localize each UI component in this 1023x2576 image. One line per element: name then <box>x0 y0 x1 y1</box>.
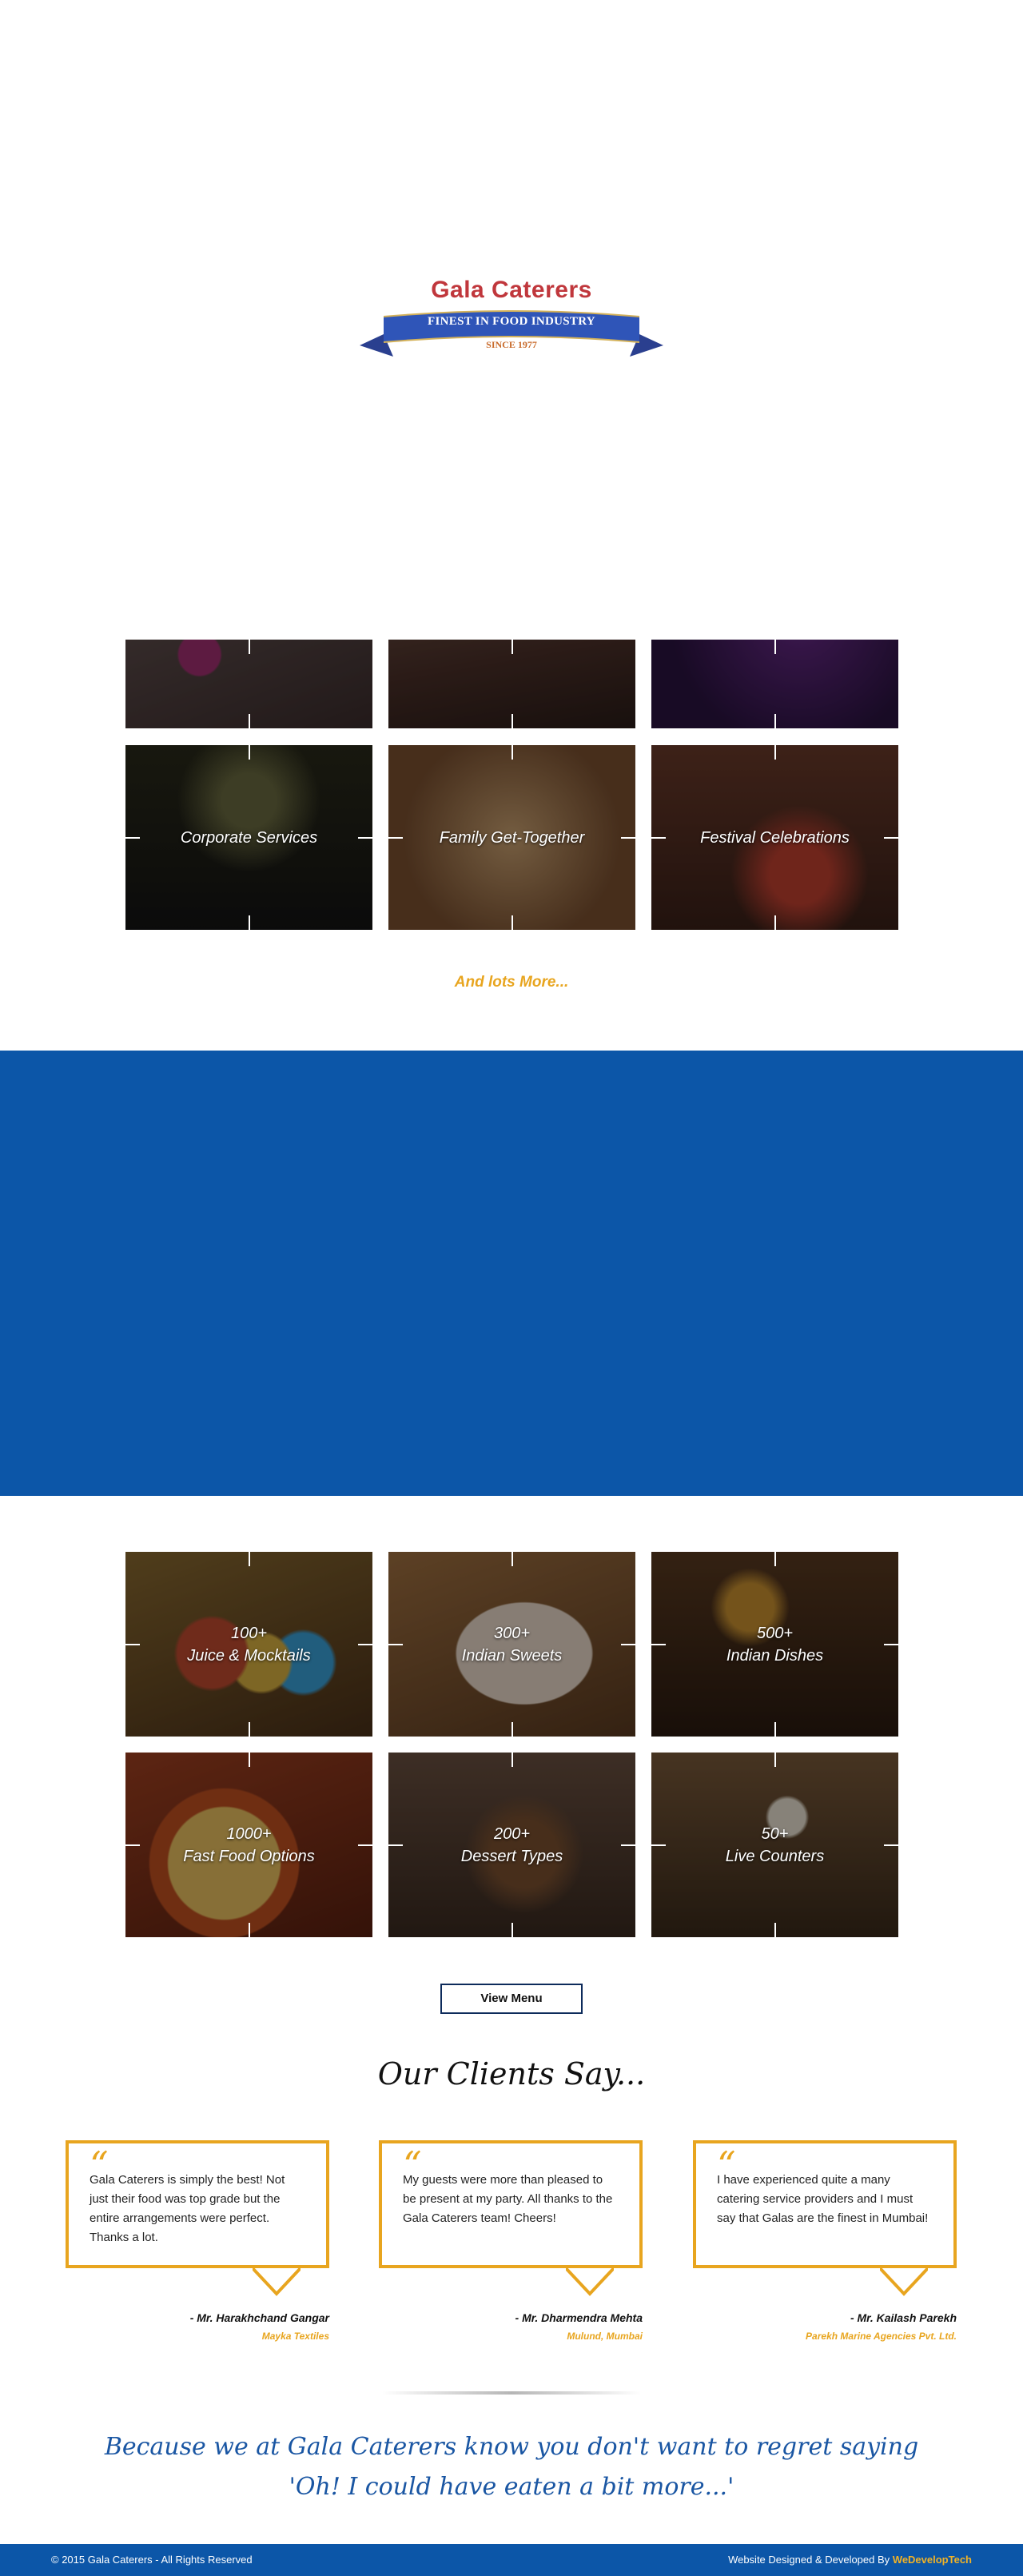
service-tile[interactable]: Parties <box>125 640 372 728</box>
footer-credit-prefix: Website Designed & Developed By <box>728 2554 893 2566</box>
tile-label: Family Get-Together <box>439 828 585 847</box>
tile-label: 100+ Juice & Mocktails <box>187 1624 311 1665</box>
testimonial-organization: Parekh Marine Agencies Pvt. Ltd. <box>806 2331 957 2342</box>
menu-stat-tile[interactable]: 50+ Live Counters <box>651 1753 898 1937</box>
tile-label: 50+ Live Counters <box>725 1824 825 1865</box>
service-tile[interactable]: Corporate Services <box>125 745 372 930</box>
site-footer: © 2015 Gala Caterers - All Rights Reserv… <box>0 2544 1023 2576</box>
testimonial-text-extra: Thanks a lot. <box>90 2231 158 2244</box>
testimonial-organization: Mayka Textiles <box>261 2331 329 2342</box>
tile-label: 500+ Indian Dishes <box>726 1624 824 1665</box>
service-tile[interactable]: Celebration Parties <box>651 640 898 728</box>
service-tile[interactable]: Festival Celebrations <box>651 745 898 930</box>
crosshair-tick <box>248 745 250 760</box>
testimonial-author: - Mr. Harakhchand Gangar <box>189 2311 329 2324</box>
blue-banner-section <box>0 1051 1023 1496</box>
tile-label: 200+ Dessert Types <box>460 1824 563 1865</box>
menu-stat-tile[interactable]: 1000+ Fast Food Options <box>125 1753 372 1937</box>
crosshair-tick <box>511 640 513 654</box>
crosshair-tick <box>248 1923 250 1937</box>
crosshair-tick <box>248 1722 250 1737</box>
testimonial-text: My guests were more than pleased to be p… <box>403 2173 613 2225</box>
crosshair-tick <box>774 745 776 760</box>
service-tile[interactable] <box>388 640 635 728</box>
quote-icon: “ <box>90 2143 109 2187</box>
testimonial-bubble: “ I have experienced quite a many cateri… <box>693 2140 957 2296</box>
testimonial-card: “ Gala Caterers is simply the best! Not … <box>66 2140 329 2342</box>
site-logo[interactable]: Gala Caterers FINEST IN FOOD INDUSTRY SI… <box>352 272 671 368</box>
service-tile[interactable]: Family Get-Together <box>388 745 635 930</box>
testimonial-bubble: “ Gala Caterers is simply the best! Not … <box>66 2140 329 2296</box>
testimonial-text: I have experienced quite a many catering… <box>717 2173 929 2225</box>
testimonial-author: - Mr. Kailash Parekh <box>850 2311 957 2324</box>
footer-credit: Website Designed & Developed By WeDevelo… <box>728 2554 972 2566</box>
crosshair-tick <box>248 1753 250 1767</box>
crosshair-tick <box>248 714 250 728</box>
page: Gala Caterers FINEST IN FOOD INDUSTRY SI… <box>0 0 1023 2576</box>
footer-copyright: © 2015 Gala Caterers - All Rights Reserv… <box>51 2554 253 2566</box>
crosshair-tick <box>511 1753 513 1767</box>
crosshair-tick <box>774 640 776 654</box>
tile-label: 1000+ Fast Food Options <box>183 1824 315 1865</box>
more-services-link[interactable]: And lots More... <box>0 974 1023 991</box>
crosshair-tick <box>248 915 250 930</box>
tile-label: Festival Celebrations <box>700 828 850 847</box>
menu-stat-tile[interactable]: 300+ Indian Sweets <box>388 1552 635 1737</box>
menu-stat-tile[interactable]: 100+ Juice & Mocktails <box>125 1552 372 1737</box>
footer-credit-link[interactable]: WeDevelopTech <box>893 2554 972 2566</box>
quote-icon: “ <box>403 2143 422 2187</box>
crosshair-tick <box>248 1552 250 1566</box>
testimonial-text: Gala Caterers is simply the best! Not ju… <box>90 2173 285 2225</box>
crosshair-tick <box>511 714 513 728</box>
crosshair-tick <box>774 1552 776 1566</box>
logo-banner-text: FINEST IN FOOD INDUSTRY <box>428 315 595 328</box>
crosshair-tick <box>511 745 513 760</box>
tile-label: 300+ Indian Sweets <box>461 1624 563 1665</box>
crosshair-tick <box>511 1722 513 1737</box>
logo-since: SINCE 1977 <box>486 339 537 350</box>
crosshair-tick <box>511 1923 513 1937</box>
menu-stat-tile[interactable]: 200+ Dessert Types <box>388 1753 635 1937</box>
quote-icon: “ <box>717 2143 736 2187</box>
crosshair-tick <box>774 1753 776 1767</box>
testimonial-card: “ I have experienced quite a many cateri… <box>693 2140 957 2342</box>
crosshair-tick <box>774 915 776 930</box>
clients-section-title: Our Clients Say... <box>377 2056 646 2092</box>
menu-stat-tile[interactable]: 500+ Indian Dishes <box>651 1552 898 1737</box>
crosshair-tick <box>511 915 513 930</box>
tile-label: Corporate Services <box>180 828 318 847</box>
testimonial-bubble: “ My guests were more than pleased to be… <box>379 2140 643 2296</box>
crosshair-tick <box>248 640 250 654</box>
tagline-line-1: Because we at Gala Caterers know you don… <box>104 2433 919 2461</box>
testimonial-card: “ My guests were more than pleased to be… <box>379 2140 643 2342</box>
testimonial-organization: Mulund, Mumbai <box>567 2331 643 2342</box>
crosshair-tick <box>774 1722 776 1737</box>
tagline-line-2: 'Oh! I could have eaten a bit more...' <box>289 2473 734 2501</box>
crosshair-tick <box>511 1552 513 1566</box>
view-menu-button[interactable]: View Menu <box>440 1984 583 2014</box>
testimonial-author: - Mr. Dharmendra Mehta <box>515 2311 643 2324</box>
logo-title: Gala Caterers <box>431 277 592 303</box>
crosshair-tick <box>774 714 776 728</box>
crosshair-tick <box>774 1923 776 1937</box>
section-divider <box>382 2391 641 2395</box>
